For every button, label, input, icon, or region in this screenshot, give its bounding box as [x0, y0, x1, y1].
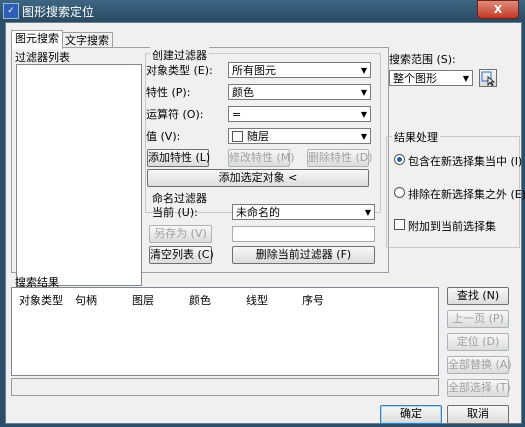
replace-all-button[interactable]: 全部替换 (A)	[447, 356, 512, 374]
exclude-new-label: 排除在新选择集之外 (E)	[408, 188, 525, 201]
app-icon: ✓	[3, 3, 19, 19]
include-new-radio[interactable]	[394, 154, 405, 165]
column-header-linetype[interactable]: 线型	[246, 292, 268, 308]
operator-value: =	[232, 108, 242, 121]
chevron-down-icon: ▼	[360, 66, 367, 75]
result-processing-legend: 结果处理	[392, 129, 440, 145]
close-button[interactable]: X	[477, 0, 519, 19]
chevron-down-icon: ▼	[360, 110, 367, 119]
window-title: 图形搜索定位	[22, 5, 95, 19]
select-all-button[interactable]: 全部选择 (T)	[447, 379, 511, 397]
column-header-color[interactable]: 颜色	[189, 292, 211, 308]
save-as-button[interactable]: 另存为 (V)	[149, 225, 212, 243]
current-filter-label: 当前 (U):	[152, 206, 198, 219]
select-objects-button[interactable]	[479, 69, 497, 87]
append-current-checkbox[interactable]	[394, 219, 405, 230]
chevron-down-icon: ▼	[360, 88, 367, 97]
property-select[interactable]: 颜色 ▼	[228, 84, 371, 100]
filter-list-label: 过滤器列表	[15, 51, 70, 64]
tab-panel: 过滤器列表 创建过滤器 对象类型 (E): 所有图元 ▼ 特性 (P): 颜色 …	[11, 47, 389, 286]
include-new-label: 包含在新选择集当中 (I)	[408, 155, 523, 168]
dialog-window: ✓ 图形搜索定位 X 图元搜索 文字搜索 过滤器列表 创建过滤器 对象类型 (E…	[0, 0, 525, 427]
operator-select[interactable]: = ▼	[228, 106, 371, 122]
value-value: 随层	[247, 130, 269, 143]
current-filter-value: 未命名的	[236, 206, 280, 219]
search-scope-label: 搜索范围 (S):	[389, 53, 456, 66]
object-type-label: 对象类型 (E):	[146, 64, 213, 77]
delete-current-filter-button[interactable]: 删除当前过滤器 (F)	[232, 246, 375, 264]
filter-list[interactable]	[16, 64, 142, 286]
cursor-select-icon	[481, 71, 496, 87]
object-type-value: 所有图元	[232, 64, 276, 77]
add-property-button[interactable]: 添加特性 (L)	[147, 149, 210, 167]
modify-property-button[interactable]: 修改特性 (M)	[228, 149, 295, 167]
prev-page-button[interactable]: 上一页 (P)	[447, 310, 509, 328]
create-filter-legend: 创建过滤器	[150, 47, 209, 63]
cancel-button[interactable]: 取消	[447, 405, 509, 424]
title-bar[interactable]: ✓ 图形搜索定位 X	[0, 0, 525, 22]
tab-element-search[interactable]: 图元搜索	[11, 30, 63, 49]
search-scope-select[interactable]: 整个图形 ▼	[389, 70, 473, 86]
color-swatch-icon	[232, 131, 243, 142]
chevron-down-icon: ▼	[462, 74, 469, 83]
add-selected-object-button[interactable]: 添加选定对象 <	[147, 169, 369, 187]
object-type-select[interactable]: 所有图元 ▼	[228, 62, 371, 78]
column-header-layer[interactable]: 图层	[132, 292, 154, 308]
search-scope-value: 整个图形	[393, 72, 437, 85]
exclude-new-radio[interactable]	[394, 187, 405, 198]
column-header-index[interactable]: 序号	[302, 292, 324, 308]
delete-property-button[interactable]: 删除特性 (D)	[307, 149, 373, 167]
column-header-object-type[interactable]: 对象类型	[19, 292, 63, 308]
clear-list-button[interactable]: 清空列表 (C)	[149, 246, 214, 264]
filter-name-input[interactable]	[232, 226, 375, 242]
column-header-handle[interactable]: 句柄	[75, 292, 97, 308]
status-bar	[11, 378, 439, 396]
locate-button[interactable]: 定位 (D)	[447, 333, 509, 351]
chevron-down-icon: ▼	[360, 132, 367, 141]
value-label: 值 (V):	[146, 130, 181, 143]
property-value: 颜色	[232, 86, 254, 99]
append-current-label: 附加到当前选择集	[408, 220, 496, 233]
value-select[interactable]: 随层 ▼	[228, 128, 371, 144]
operator-label: 运算符 (O):	[146, 108, 204, 121]
tab-text-search[interactable]: 文字搜索	[61, 32, 113, 48]
current-filter-select[interactable]: 未命名的 ▼	[232, 204, 375, 220]
dialog-client: 图元搜索 文字搜索 过滤器列表 创建过滤器 对象类型 (E): 所有图元 ▼ 特…	[5, 22, 525, 424]
find-button[interactable]: 查找 (N)	[447, 287, 509, 305]
search-results-table[interactable]: 对象类型 句柄 图层 颜色 线型 序号	[11, 287, 439, 376]
chevron-down-icon: ▼	[364, 208, 371, 217]
ok-button[interactable]: 确定	[380, 405, 442, 424]
property-label: 特性 (P):	[146, 86, 191, 99]
